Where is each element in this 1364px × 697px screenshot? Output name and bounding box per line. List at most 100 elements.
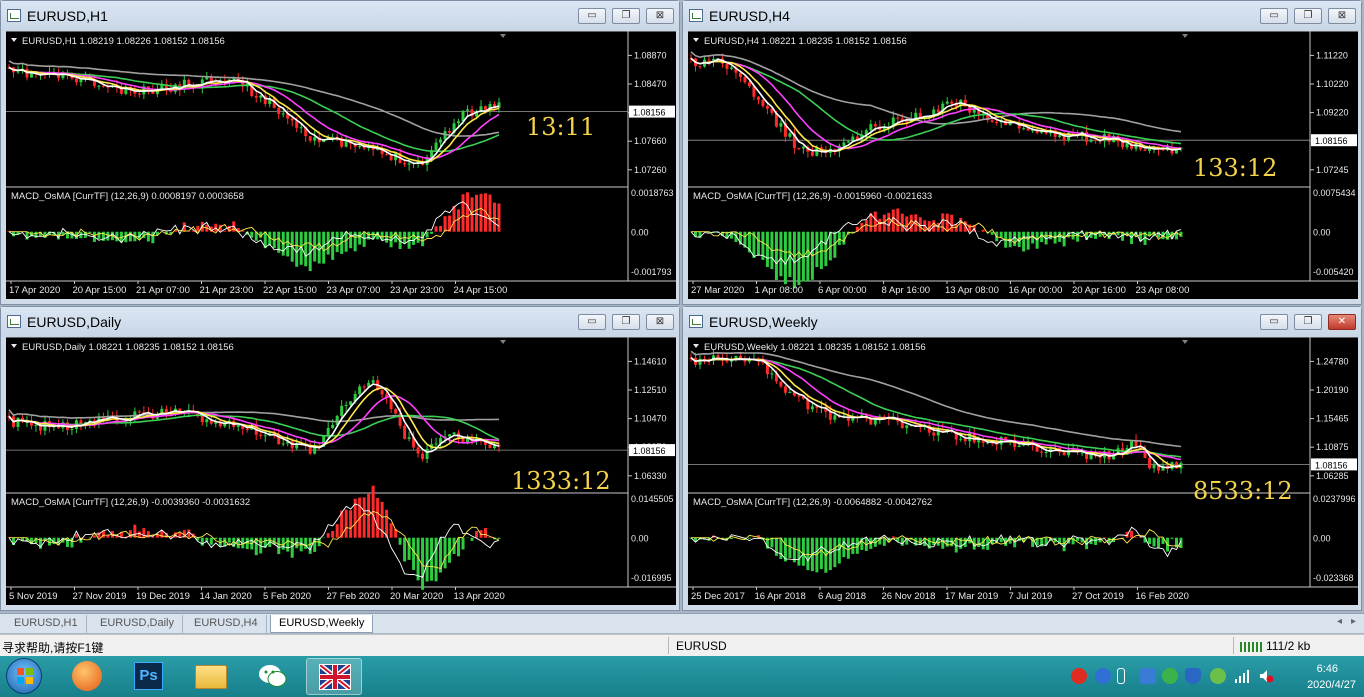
macd-histogram-bar [160, 530, 164, 538]
macd-histogram-bar [331, 530, 335, 538]
maximize-button[interactable]: ❐ [1294, 8, 1322, 24]
tab-scroll-right-icon[interactable]: ▸ [1351, 616, 1356, 627]
candle-body [1143, 149, 1147, 151]
minimize-button[interactable]: ▭ [578, 8, 606, 24]
price-axis-label: 1.14610 [634, 356, 667, 366]
window-title: EURUSD,Weekly [709, 314, 818, 330]
close-button[interactable]: ✕ [1328, 314, 1356, 330]
macd-histogram-bar [990, 231, 994, 235]
macd-histogram-bar [828, 537, 832, 571]
macd-histogram-bar [403, 537, 407, 562]
maximize-button[interactable]: ❐ [612, 8, 640, 24]
price-chart-canvas[interactable]: EURUSD,H1 1.08219 1.08226 1.08152 1.0815… [6, 31, 676, 299]
file-explorer-taskbar-button[interactable] [184, 658, 240, 695]
chart-window-weekly[interactable]: EURUSD,Weekly ▭ ❐ ✕ EURUSD,Weekly 1.0822… [682, 306, 1362, 611]
chart-window-h4[interactable]: EURUSD,H4 ▭ ❐ ⊠ EURUSD,H4 1.08221 1.0823… [682, 0, 1362, 305]
current-price-label: 1.08156 [633, 108, 666, 118]
maximize-button[interactable]: ❐ [1294, 314, 1322, 330]
windows-taskbar: Ps 6:46 2020/4/27 [0, 656, 1364, 697]
volume-muted-icon[interactable] [1258, 668, 1274, 684]
time-axis-label: 21 Apr 07:00 [136, 285, 190, 296]
connection-bars-icon [1240, 640, 1262, 652]
window-title: EURUSD,H4 [709, 8, 790, 24]
candle-body [236, 424, 240, 427]
tab-scroll-left-icon[interactable]: ◂ [1337, 616, 1342, 627]
time-axis-label: 20 Apr 16:00 [1072, 285, 1126, 296]
photoshop-taskbar-button[interactable]: Ps [122, 658, 178, 695]
candle-body [344, 405, 348, 407]
start-orb-icon[interactable] [6, 658, 42, 694]
candle-body [74, 78, 78, 83]
price-axis-label: 1.24780 [1316, 356, 1349, 366]
candle-body [205, 77, 209, 80]
tab-eurusd-h4[interactable]: EURUSD,H4 [186, 615, 267, 633]
minimize-button[interactable]: ▭ [1260, 314, 1288, 330]
candle-body [725, 63, 729, 69]
tab-eurusd-daily[interactable]: EURUSD,Daily [92, 615, 183, 633]
macd-histogram-bar [88, 231, 92, 233]
macd-axis-label: 0.0237996 [1313, 494, 1356, 504]
wechat-tray-icon[interactable] [1162, 668, 1178, 684]
macd-main-line [690, 526, 1182, 562]
security-tray-icon[interactable] [1210, 668, 1226, 684]
chart-ohlc-header: EURUSD,Weekly 1.08221 1.08235 1.08152 1.… [704, 342, 926, 353]
close-button[interactable]: ⊠ [646, 314, 674, 330]
macd-histogram-bar [999, 231, 1003, 238]
macd-axis-label: -0.005420 [1313, 267, 1354, 277]
window-titlebar[interactable]: EURUSD,Daily ▭ ❐ ⊠ [1, 307, 679, 337]
macd-histogram-bar [941, 537, 945, 549]
window-titlebar[interactable]: EURUSD,H1 ▭ ❐ ⊠ [1, 1, 679, 31]
chart-window-h1[interactable]: EURUSD,H1 ▭ ❐ ⊠ EURUSD,H1 1.08219 1.0822… [0, 0, 680, 305]
window-titlebar[interactable]: EURUSD,H4 ▭ ❐ ⊠ [683, 1, 1361, 31]
candle-body [873, 124, 877, 127]
wechat-taskbar-button[interactable] [246, 658, 302, 695]
candle-body [331, 424, 335, 429]
macd-header: MACD_OsMA [CurrTF] (12,26,9) -0.0064882 … [693, 497, 932, 508]
minimize-button[interactable]: ▭ [578, 314, 606, 330]
price-chart-canvas[interactable]: EURUSD,H4 1.08221 1.08235 1.08152 1.0815… [688, 31, 1358, 299]
candle-body [407, 437, 411, 439]
macd-axis-label: 0.00 [631, 534, 649, 544]
candle-body [326, 428, 330, 437]
candle-body [259, 95, 263, 98]
sogou-ime-icon[interactable] [1071, 668, 1087, 684]
browser-taskbar-button[interactable] [60, 658, 116, 695]
window-titlebar[interactable]: EURUSD,Weekly ▭ ❐ ✕ [683, 307, 1361, 337]
minimize-button[interactable]: ▭ [1260, 8, 1288, 24]
close-button[interactable]: ⊠ [1328, 8, 1356, 24]
help-tray-icon[interactable] [1095, 668, 1111, 684]
macd-histogram-bar [1148, 537, 1152, 545]
macd-histogram-bar [128, 530, 132, 538]
candle-body [137, 411, 141, 413]
macd-histogram-bar [1157, 537, 1161, 548]
macd-histogram-bar [792, 537, 796, 563]
candle-body [232, 78, 236, 80]
candle-body [797, 147, 801, 149]
metatrader-taskbar-button[interactable] [306, 658, 362, 695]
candle-body [1080, 452, 1084, 454]
price-chart-canvas[interactable]: EURUSD,Weekly 1.08221 1.08235 1.08152 1.… [688, 337, 1358, 605]
shield-tray-icon[interactable] [1185, 668, 1201, 684]
network-signal-icon[interactable] [1234, 668, 1250, 684]
macd-histogram-bar [349, 510, 353, 538]
maximize-button[interactable]: ❐ [612, 314, 640, 330]
cube-tray-icon[interactable] [1140, 668, 1156, 684]
time-axis-label: 5 Feb 2020 [263, 591, 311, 602]
ma-gray-line [690, 350, 1182, 448]
macd-histogram-bar [779, 537, 783, 559]
candle-body [340, 405, 344, 416]
candle-body [299, 127, 303, 129]
macd-histogram-bar [34, 231, 38, 238]
macd-histogram-bar [151, 536, 155, 538]
taskbar-time[interactable]: 6:46 [1317, 663, 1338, 675]
close-button[interactable]: ⊠ [646, 8, 674, 24]
tab-eurusd-h1[interactable]: EURUSD,H1 [6, 615, 87, 633]
taskbar-date[interactable]: 2020/4/27 [1307, 679, 1356, 691]
macd-histogram-bar [430, 231, 434, 234]
tab-eurusd-weekly[interactable]: EURUSD,Weekly [270, 615, 374, 633]
macd-histogram-bar [815, 231, 819, 268]
macd-histogram-bar [846, 537, 850, 559]
price-chart-canvas[interactable]: EURUSD,Daily 1.08221 1.08235 1.08152 1.0… [6, 337, 676, 605]
chart-window-daily[interactable]: EURUSD,Daily ▭ ❐ ⊠ EURUSD,Daily 1.08221 … [0, 306, 680, 611]
usb-tray-icon[interactable] [1117, 668, 1125, 684]
